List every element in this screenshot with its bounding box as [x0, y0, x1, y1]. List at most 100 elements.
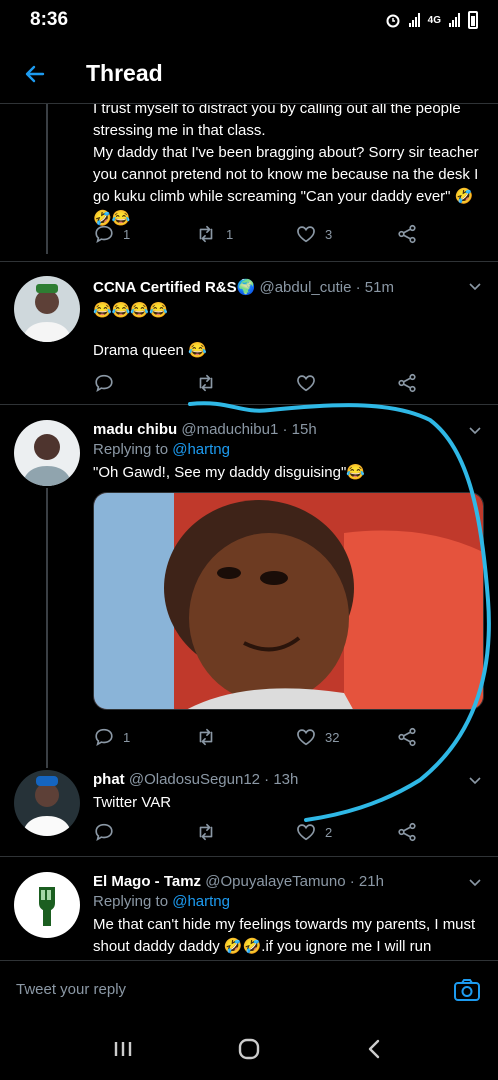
like-button[interactable]	[295, 372, 355, 394]
share-icon	[398, 822, 416, 842]
reply-icon	[95, 728, 113, 747]
replying-to: Replying to @hartng	[93, 440, 484, 460]
display-name[interactable]: madu chibu	[93, 421, 177, 438]
alarm-icon	[386, 14, 400, 28]
replying-to-link[interactable]: @hartng	[172, 441, 230, 458]
camera-icon	[454, 978, 480, 1001]
network-type: 4G	[427, 14, 441, 26]
tweet-text-line: My daddy that I've been bragging about? …	[93, 144, 479, 161]
tweet-header: CCNA Certified R&S🌍 @abdul_cutie · 51m	[93, 278, 484, 298]
retweet-button[interactable]	[194, 726, 254, 748]
retweet-icon	[199, 374, 213, 392]
tweet-text-line: Me that can't hide my feelings towards m…	[93, 916, 476, 933]
like-count: 32	[325, 729, 340, 745]
like-icon	[297, 729, 315, 746]
reply-input[interactable]: Tweet your reply	[16, 981, 126, 998]
like-button[interactable]: 32	[295, 726, 355, 748]
user-handle[interactable]: @maduchibu1	[181, 421, 278, 438]
caret-down-icon[interactable]	[468, 774, 482, 788]
retweet-button[interactable]	[194, 821, 254, 843]
caret-down-icon[interactable]	[468, 424, 482, 438]
display-name[interactable]: phat	[93, 771, 125, 788]
share-button[interactable]	[396, 726, 418, 748]
status-icons: 4G	[385, 11, 478, 29]
reply-count: 1	[123, 226, 131, 242]
system-nav-bar	[0, 1018, 498, 1080]
tweet-media-image[interactable]	[93, 492, 484, 710]
tweet-divider	[0, 856, 498, 857]
signal-icon-2	[449, 13, 460, 27]
tweet-text-line: shout daddy daddy 🤣🤣.if you ignore me I …	[93, 938, 432, 955]
avatar[interactable]	[14, 276, 80, 342]
like-count: 3	[325, 226, 333, 242]
reply-button[interactable]: 1	[93, 223, 153, 245]
thread-connector	[46, 488, 48, 768]
like-button[interactable]: 3	[295, 223, 355, 245]
retweet-count: 1	[226, 226, 234, 242]
tweet-text: Twitter VAR	[93, 794, 172, 811]
thread-feed[interactable]: I trust myself to distract you by callin…	[0, 104, 498, 960]
retweet-icon	[199, 728, 213, 746]
tweet-text: 😂😂😂😂	[93, 302, 168, 319]
tweet-actions	[93, 372, 418, 394]
tweet-text-line: I trust myself to distract you by callin…	[93, 104, 461, 117]
camera-button[interactable]	[452, 975, 482, 1005]
back-icon[interactable]	[363, 1037, 387, 1061]
replying-prefix: Replying to	[93, 441, 173, 458]
like-icon	[297, 375, 315, 392]
avatar[interactable]	[14, 420, 80, 486]
retweet-button[interactable]	[194, 372, 254, 394]
caret-down-icon[interactable]	[468, 280, 482, 294]
home-icon[interactable]	[236, 1036, 262, 1062]
tweet-header: phat @OladosuSegun12 · 13h	[93, 770, 484, 790]
avatar[interactable]	[14, 770, 80, 836]
replying-to: Replying to @hartng	[93, 892, 484, 912]
share-icon	[398, 727, 416, 747]
like-button[interactable]: 2	[295, 821, 355, 843]
tweet-text: "Oh Gawd!, See my daddy disguising"😂	[93, 464, 365, 481]
display-name[interactable]: El Mago - Tamz	[93, 873, 201, 890]
tweet-divider	[0, 404, 498, 405]
like-icon	[297, 226, 315, 243]
status-time: 8:36	[30, 9, 69, 30]
reply-icon	[95, 374, 113, 393]
back-button[interactable]	[0, 44, 70, 104]
tweet-actions: 1 1 3	[93, 223, 418, 245]
tweet-text-line: go kuku climb while screaming "Can your …	[93, 188, 474, 205]
user-handle[interactable]: @abdul_cutie	[259, 279, 351, 296]
replying-prefix: Replying to	[93, 893, 173, 910]
retweet-button[interactable]: 1	[194, 223, 254, 245]
reply-button[interactable]	[93, 372, 153, 394]
tweet-time: · 13h	[264, 771, 299, 788]
back-arrow-icon	[25, 65, 45, 82]
avatar[interactable]	[14, 872, 80, 938]
signal-icon	[408, 13, 420, 27]
tweet-header: El Mago - Tamz @OpuyalayeTamuno · 21h	[93, 872, 484, 892]
display-name[interactable]: CCNA Certified R&S🌍	[93, 279, 255, 296]
tweet-header: madu chibu @maduchibu1 · 15h	[93, 420, 484, 440]
reply-button[interactable]	[93, 821, 153, 843]
thread-header: Thread	[0, 44, 498, 104]
reply-icon	[95, 225, 113, 244]
reply-composer[interactable]: Tweet your reply	[0, 960, 498, 1018]
recents-icon[interactable]	[111, 1037, 135, 1061]
status-bar: 8:36 4G	[0, 0, 498, 40]
user-handle[interactable]: @OladosuSegun12	[129, 771, 260, 788]
replying-to-link[interactable]: @hartng	[172, 893, 230, 910]
retweet-icon	[199, 823, 213, 841]
tweet-text-line: you cannot pretend not to know me becaus…	[93, 166, 479, 183]
user-handle[interactable]: @OpuyalayeTamuno	[205, 873, 345, 890]
tweet-actions: 2	[93, 821, 418, 843]
reply-icon	[95, 823, 113, 842]
tweet-time: · 15h	[282, 421, 317, 438]
retweet-icon	[199, 225, 213, 243]
caret-down-icon[interactable]	[468, 876, 482, 890]
tweet-text: I trust myself to distract you by callin…	[93, 104, 484, 230]
share-button[interactable]	[396, 372, 418, 394]
page-title: Thread	[86, 60, 163, 86]
tweet-actions: 1 32	[93, 726, 418, 748]
share-button[interactable]	[396, 223, 418, 245]
share-button[interactable]	[396, 821, 418, 843]
tweet-text: Me that can't hide my feelings towards m…	[93, 914, 484, 958]
reply-button[interactable]: 1	[93, 726, 153, 748]
